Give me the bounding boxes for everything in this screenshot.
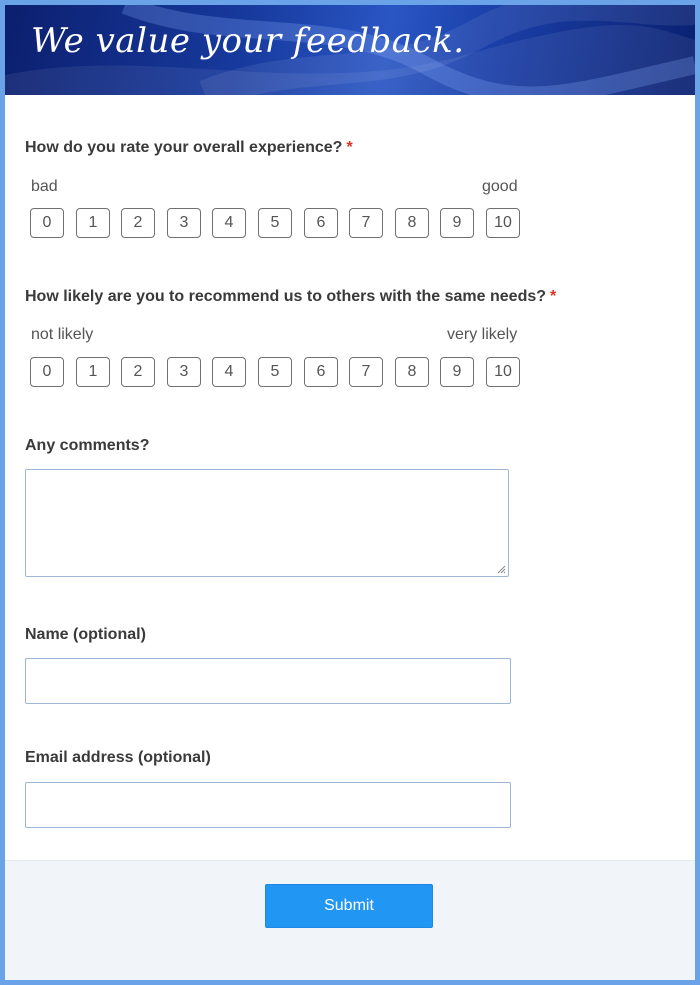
rating-option-7[interactable]: 7 (349, 208, 383, 238)
rating-option-0[interactable]: 0 (30, 208, 64, 238)
rating-option-10[interactable]: 10 (486, 357, 520, 387)
rating-option-8[interactable]: 8 (395, 357, 429, 387)
rating-option-1[interactable]: 1 (76, 208, 110, 238)
rating-option-7[interactable]: 7 (349, 357, 383, 387)
rating-option-9[interactable]: 9 (440, 208, 474, 238)
survey-form: We value your feedback. How do you rate … (5, 5, 695, 980)
question-label: How likely are you to recommend us to ot… (25, 288, 547, 305)
name-input[interactable] (25, 658, 511, 704)
scale-low-label: not likely (31, 326, 94, 343)
required-mark: * (550, 288, 557, 305)
question-overall-experience: How do you rate your overall experience?… (25, 139, 353, 157)
comments-label: Any comments? (25, 437, 150, 454)
rating-option-4[interactable]: 4 (212, 357, 246, 387)
rating-option-5[interactable]: 5 (258, 208, 292, 238)
question-label: How do you rate your overall experience? (25, 139, 343, 156)
scale-low-label: bad (31, 178, 58, 195)
rating-option-3[interactable]: 3 (167, 208, 201, 238)
rating-option-2[interactable]: 2 (121, 357, 155, 387)
rating-option-0[interactable]: 0 (30, 357, 64, 387)
resize-grip-icon[interactable] (497, 565, 506, 574)
comments-textarea[interactable] (25, 469, 509, 577)
rating-option-5[interactable]: 5 (258, 357, 292, 387)
rating-option-2[interactable]: 2 (121, 208, 155, 238)
rating-option-6[interactable]: 6 (304, 357, 338, 387)
rating-option-10[interactable]: 10 (486, 208, 520, 238)
scale-high-label: good (482, 178, 518, 195)
form-footer: Submit (5, 860, 695, 980)
email-label: Email address (optional) (25, 749, 211, 766)
scale-high-label: very likely (447, 326, 518, 343)
rating-option-9[interactable]: 9 (440, 357, 474, 387)
submit-button[interactable]: Submit (265, 884, 433, 928)
required-mark: * (346, 139, 353, 156)
rating-option-8[interactable]: 8 (395, 208, 429, 238)
question-recommend: How likely are you to recommend us to ot… (25, 288, 556, 306)
rating-option-3[interactable]: 3 (167, 357, 201, 387)
header-banner: We value your feedback. (5, 5, 695, 95)
rating-option-1[interactable]: 1 (76, 357, 110, 387)
email-input[interactable] (25, 782, 511, 828)
page-title: We value your feedback. (31, 21, 465, 61)
rating-option-4[interactable]: 4 (212, 208, 246, 238)
rating-option-6[interactable]: 6 (304, 208, 338, 238)
name-label: Name (optional) (25, 626, 146, 643)
